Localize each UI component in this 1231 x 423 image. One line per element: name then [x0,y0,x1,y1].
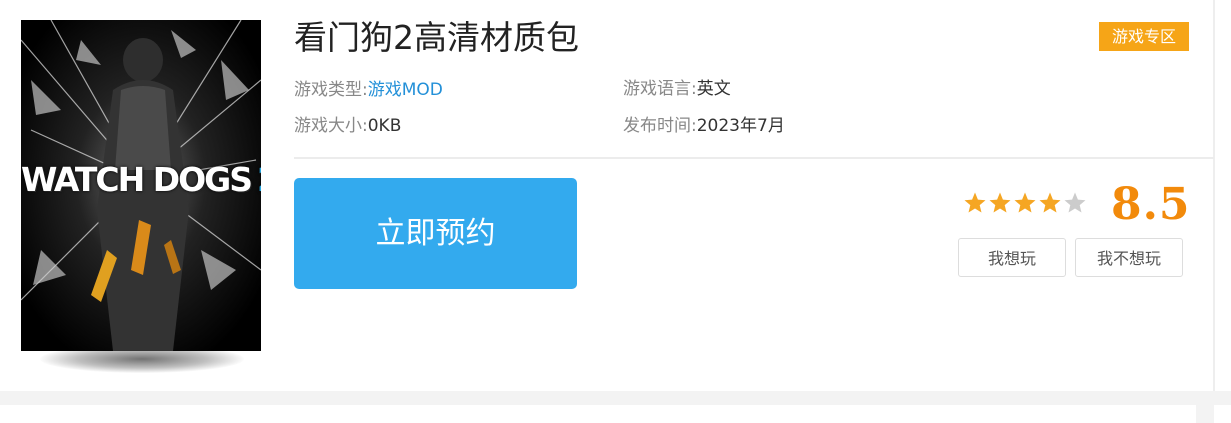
cover-logo-text: WATCH DOGS2 [21,160,261,199]
game-info-card: WATCH DOGS2 看门狗2高清材质包 游戏专区 游戏类型:游戏MOD 游戏… [0,0,1231,391]
meta-size-label: 游戏大小: [294,116,368,136]
cover-logo-name: WATCH DOGS [21,160,253,199]
game-zone-badge[interactable]: 游戏专区 [1099,22,1189,51]
section-divider [294,157,1214,159]
card-border [1213,0,1215,391]
want-to-play-button[interactable]: 我想玩 [958,238,1066,277]
reserve-button[interactable]: 立即预约 [294,178,577,289]
cover-logo-number: 2 [257,160,261,199]
meta-language-value: 英文 [696,79,731,99]
meta-release-label: 发布时间: [623,116,697,136]
meta-size-value: 0KB [367,116,402,136]
star-filled-icon [1039,192,1061,213]
meta-type: 游戏类型:游戏MOD [294,78,443,102]
meta-language-label: 游戏语言: [623,79,697,99]
meta-release: 发布时间:2023年7月 [623,114,785,138]
meta-type-link[interactable]: 游戏MOD [368,80,443,100]
star-filled-icon [989,192,1011,213]
star-empty-icon [1064,192,1086,213]
dont-want-to-play-button[interactable]: 我不想玩 [1075,238,1183,277]
next-section-panel [0,405,1196,423]
rating-score: 8.5 [1111,179,1191,230]
star-filled-icon [1014,192,1036,213]
meta-language: 游戏语言:英文 [623,77,731,101]
rating-stars [963,191,1087,215]
meta-release-value: 2023年7月 [696,116,785,136]
star-filled-icon [964,192,986,213]
game-title: 看门狗2高清材质包 [294,18,579,57]
side-section-panel [1214,405,1231,423]
game-cover-image[interactable]: WATCH DOGS2 [21,20,261,351]
meta-size: 游戏大小:0KB [294,114,401,138]
meta-type-label: 游戏类型: [294,80,368,100]
